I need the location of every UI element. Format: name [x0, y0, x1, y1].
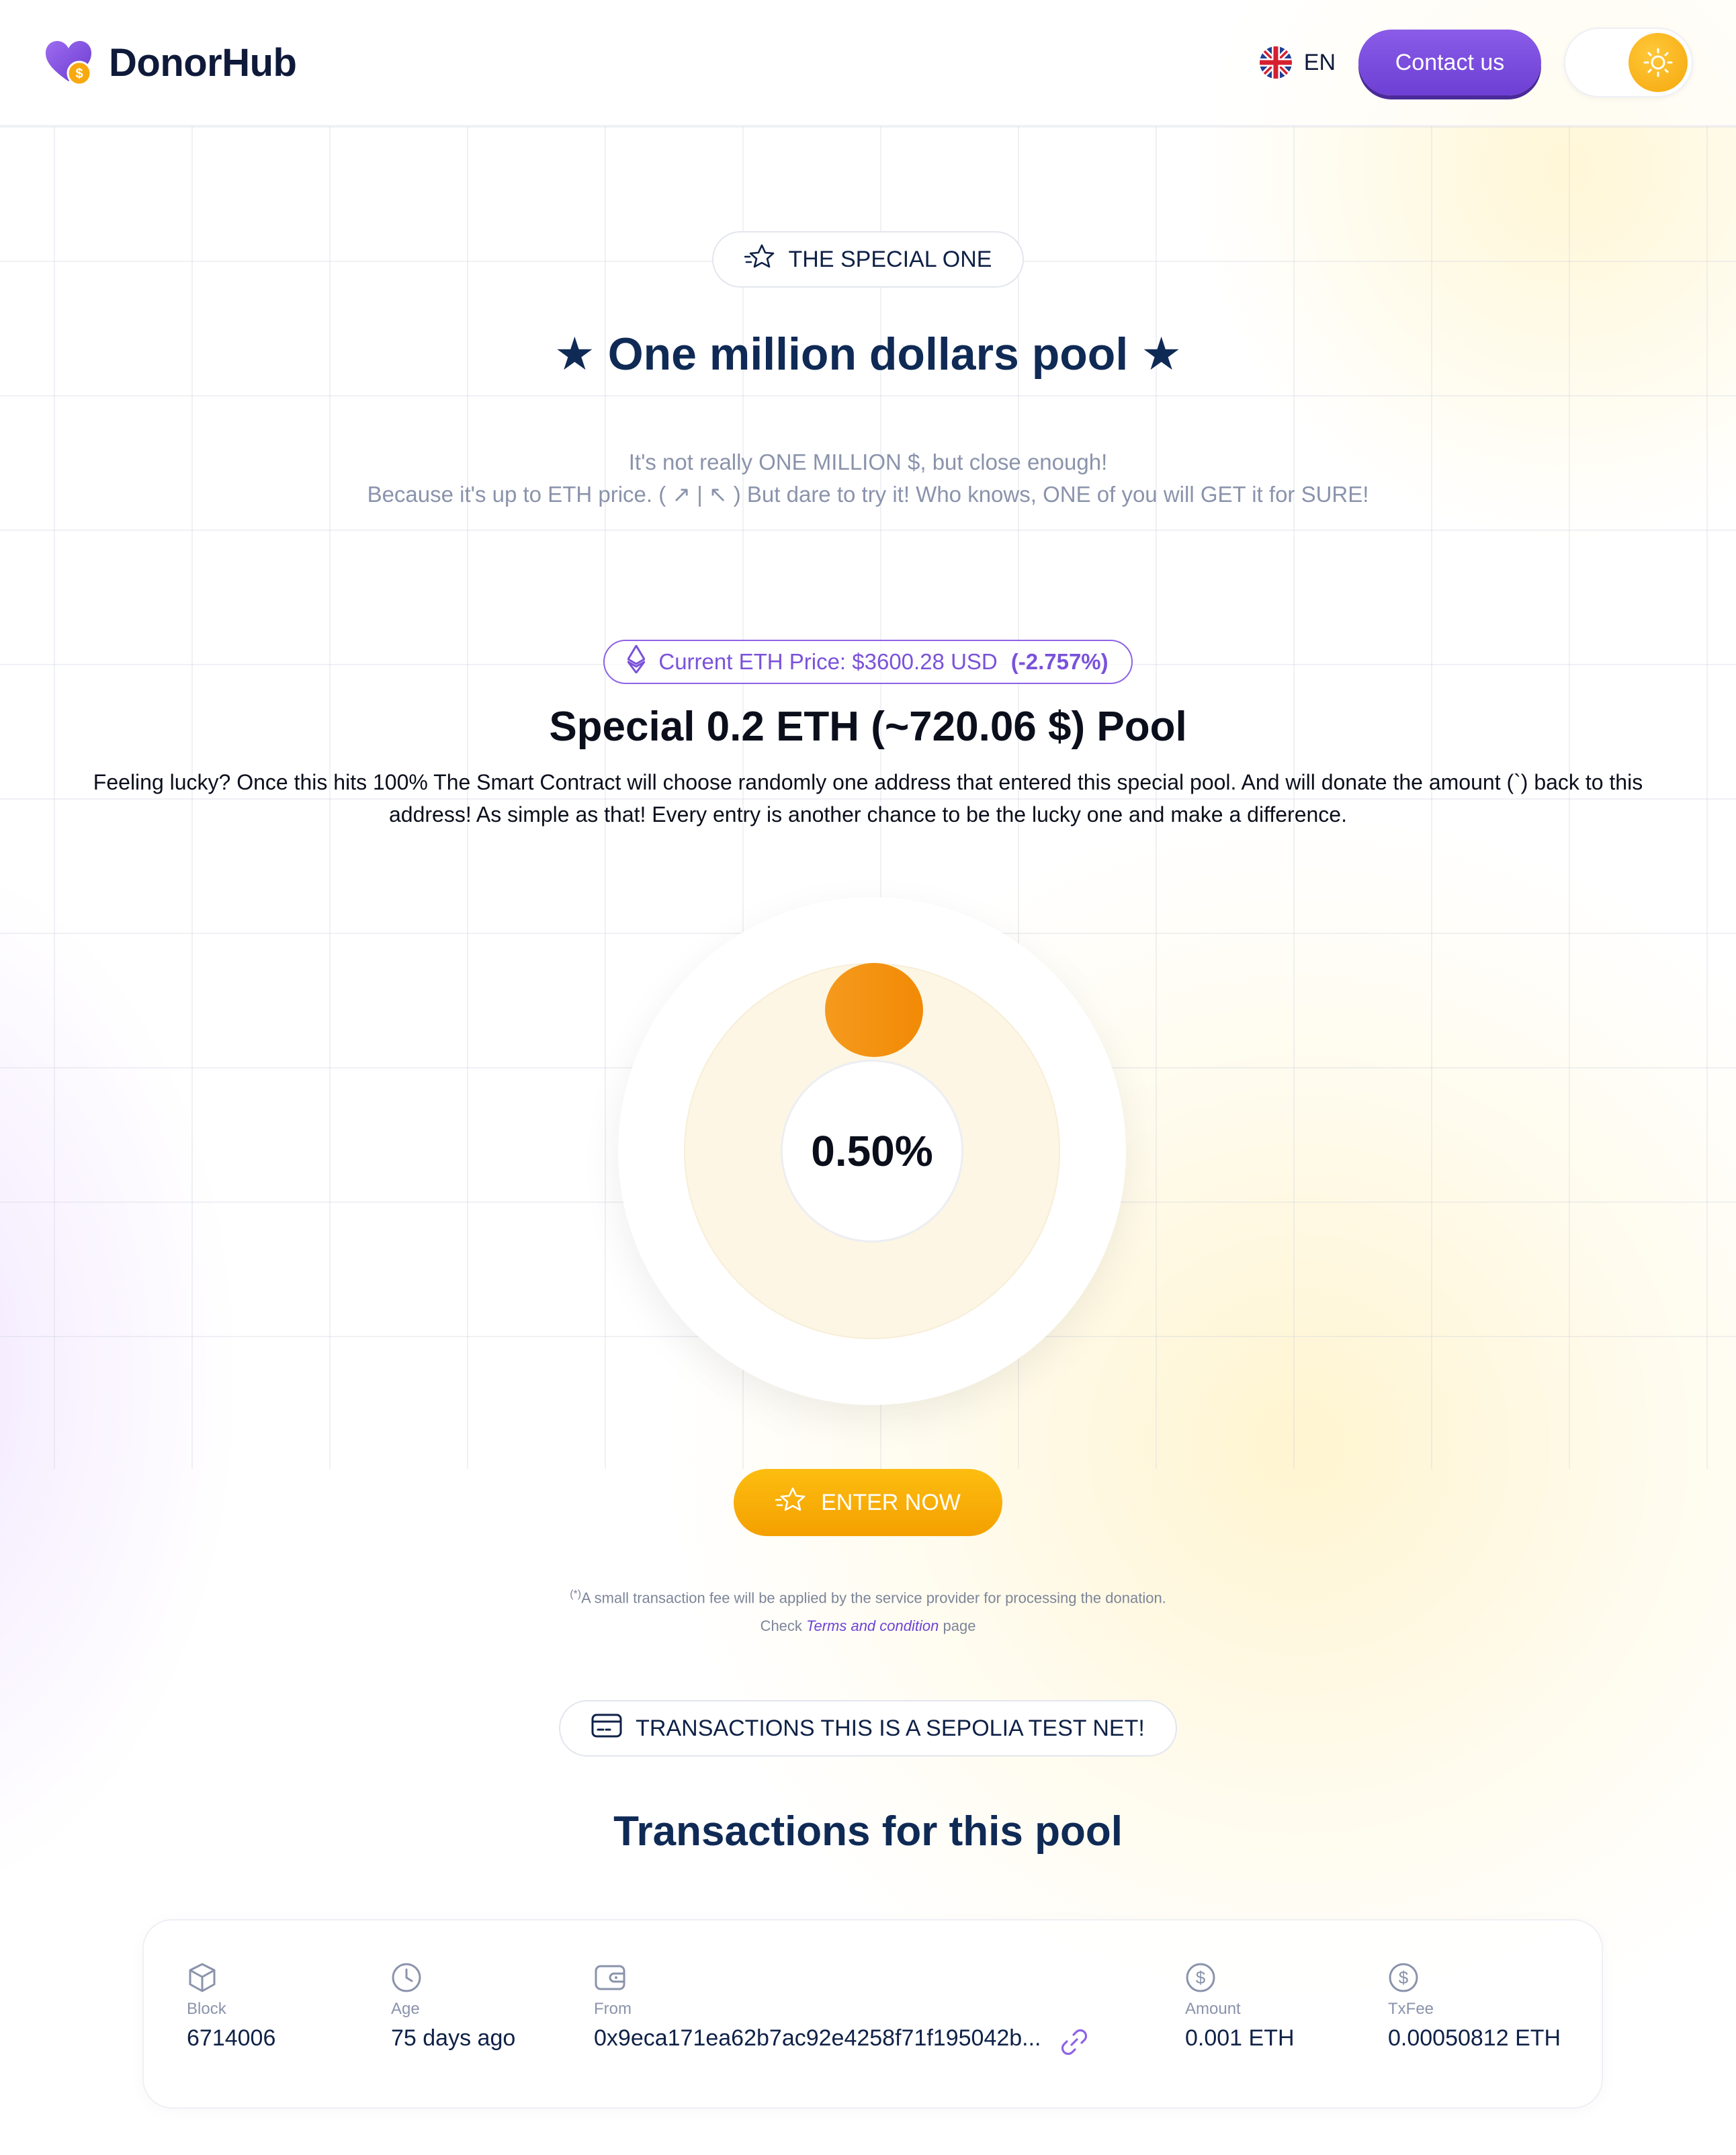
pool-description: Feeling lucky? Once this hits 100% The S… — [93, 770, 1643, 827]
svg-text:$: $ — [1399, 1968, 1409, 1988]
language-selector[interactable]: EN — [1259, 46, 1336, 79]
svg-text:$: $ — [75, 67, 83, 81]
age-column-label: Age — [391, 2000, 420, 2018]
age-value: 75 days ago — [391, 2025, 516, 2051]
txfee-column-label: TxFee — [1388, 2000, 1434, 2018]
brand[interactable]: $ DonorHub — [43, 37, 297, 88]
amount-value: 0.001 ETH — [1185, 2025, 1295, 2051]
testnet-label: TRANSACTIONS THIS IS A SEPOLIA TEST NET! — [636, 1715, 1145, 1741]
credit-card-icon — [591, 1713, 622, 1744]
testnet-badge: TRANSACTIONS THIS IS A SEPOLIA TEST NET! — [559, 1700, 1177, 1757]
enter-now-label: ENTER NOW — [821, 1489, 961, 1515]
pool-progress-indicator — [825, 963, 923, 1057]
dollar-icon: $ — [1185, 1962, 1295, 1996]
tx-from: From 0x9eca171ea62b7ac92e4258f71f195042b… — [594, 1962, 1041, 2052]
terms-note: Check Terms and condition page — [0, 1612, 1736, 1640]
contact-us-button[interactable]: Contact us — [1358, 30, 1541, 95]
cube-icon — [187, 1962, 275, 1996]
hero-title: ★ One million dollars pool ★ — [554, 329, 1182, 380]
eth-price-label: Current ETH Price: $3600.28 USD — [658, 649, 998, 674]
wallet-icon — [594, 1962, 1041, 1996]
special-one-badge: THE SPECIAL ONE — [711, 231, 1025, 288]
ethereum-icon — [627, 644, 646, 679]
txfee-value: 0.00050812 ETH — [1388, 2025, 1561, 2051]
transactions-title: Transactions for this pool — [613, 1808, 1123, 1855]
heart-coin-logo-icon: $ — [43, 37, 94, 88]
tx-amount: $ Amount 0.001 ETH — [1185, 1962, 1295, 2052]
enter-now-button[interactable]: ENTER NOW — [734, 1469, 1002, 1536]
tx-fee: $ TxFee 0.00050812 ETH — [1388, 1962, 1561, 2052]
star-sparkle-icon — [775, 1486, 806, 1519]
from-column-label: From — [594, 2000, 632, 2018]
language-label: EN — [1303, 49, 1336, 75]
special-one-label: THE SPECIAL ONE — [788, 246, 992, 272]
tx-age: Age 75 days ago — [391, 1962, 515, 2052]
star-sparkle-icon — [744, 243, 775, 276]
terms-page-text: page — [943, 1617, 976, 1635]
tx-block: Block 6714006 — [187, 1962, 275, 2052]
link-icon[interactable] — [1059, 2027, 1090, 2061]
pool-progress-label: 0.50% — [811, 1127, 933, 1175]
dollar-icon: $ — [1388, 1962, 1561, 1996]
hero-subtitle-line2: Because it's up to ETH price. ( ↗ | ↖ ) … — [367, 482, 1369, 507]
clock-icon — [391, 1962, 515, 1996]
brand-name: DonorHub — [109, 40, 297, 85]
amount-column-label: Amount — [1185, 2000, 1241, 2018]
terms-check-text: Check — [760, 1617, 802, 1635]
eth-price-badge: Current ETH Price: $3600.28 USD (-2.757%… — [603, 640, 1133, 684]
svg-text:$: $ — [1196, 1968, 1206, 1988]
theme-toggle[interactable] — [1564, 28, 1693, 97]
fee-note-text: A small transaction fee will be applied … — [581, 1589, 1166, 1607]
sun-icon — [1629, 33, 1688, 92]
transaction-row: Block 6714006 Age 75 days ago From 0x9ec… — [142, 1919, 1603, 2109]
fee-note-marker: (*) — [570, 1589, 582, 1600]
uk-flag-icon — [1259, 46, 1292, 79]
pool-title: Special 0.2 ETH (~720.06 $) Pool — [549, 704, 1187, 750]
hero-subtitle-line1: It's not really ONE MILLION $, but close… — [628, 450, 1108, 474]
fee-note: (*)A small transaction fee will be appli… — [0, 1580, 1736, 1612]
pool-progress-value: 0.50% — [781, 1060, 963, 1242]
from-address: 0x9eca171ea62b7ac92e4258f71f195042b... — [594, 2025, 1041, 2051]
block-value: 6714006 — [187, 2025, 276, 2051]
eth-price-change: (-2.757%) — [1010, 649, 1109, 674]
terms-link[interactable]: Terms and condition — [806, 1617, 939, 1634]
top-nav: $ DonorHub EN Contact us — [0, 0, 1736, 126]
block-column-label: Block — [187, 2000, 226, 2018]
